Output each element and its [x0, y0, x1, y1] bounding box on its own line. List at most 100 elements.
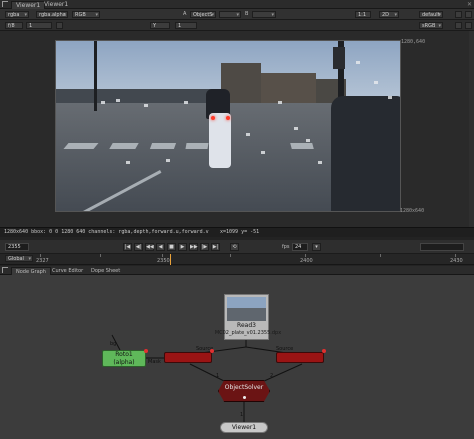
ruler-tick	[455, 254, 456, 257]
track-marker	[246, 133, 250, 136]
display-lut-dropdown[interactable]: sRGB ▾	[419, 22, 443, 29]
tab-dope-sheet[interactable]: Dope Sheet	[87, 267, 124, 275]
track-marker	[388, 96, 392, 99]
viewer-info-bar: 1280x640 bbox: 0 0 1280 640 channels: rg…	[0, 227, 474, 237]
colorspace-dropdown[interactable]: RGB ▾	[72, 11, 100, 18]
track-marker	[374, 81, 378, 84]
objectsolver-node-label: ObjectSolver	[224, 384, 264, 391]
gain-channel-dropdown[interactable]: Y	[150, 22, 170, 29]
track-marker	[356, 61, 360, 64]
crosswalk-stripe	[290, 143, 314, 149]
gamma-field[interactable]: 1	[175, 22, 197, 29]
fps-dropdown-icon[interactable]: ▾	[312, 243, 321, 251]
stop-button[interactable]: ■	[167, 243, 176, 251]
roto-node-sub: (alpha)	[113, 359, 135, 366]
node-indicator	[322, 349, 326, 353]
image-info: 1280x640 bbox: 0 0 1280 640 channels: rg…	[4, 229, 209, 235]
viewer-node-label: Viewer1	[231, 424, 257, 431]
roto-node[interactable]: Roto1 (alpha)	[102, 350, 146, 367]
lock-icon[interactable]	[465, 11, 472, 18]
pane-menu-icon[interactable]	[2, 1, 8, 7]
input-b-dropdown[interactable]: ▾	[252, 11, 276, 18]
rewind-button[interactable]: ◀◀	[145, 243, 154, 251]
proxy-icon[interactable]	[455, 22, 462, 29]
next-keyframe-button[interactable]: |▶	[200, 243, 209, 251]
timeline-ruler[interactable]: Global ▾ 2327 2350 2400 2430	[0, 254, 474, 265]
node-graph[interactable]: Read3 MC02_plate_v01.2355.dpx bg Roto1 (…	[0, 275, 474, 439]
input1-label: 1	[216, 373, 220, 379]
tab-curve-editor[interactable]: Curve Editor	[48, 267, 87, 275]
track-marker	[306, 139, 310, 142]
crosswalk-stripe	[185, 143, 209, 149]
fstop-field[interactable]: f/8	[5, 22, 23, 29]
viewer-tab-strip: Viewer1 Viewer1 ✕	[0, 0, 474, 9]
track-marker	[184, 101, 188, 104]
cursor-info: x=1099 y= -51	[220, 229, 260, 235]
ruler-tick	[40, 254, 41, 257]
fast-forward-button[interactable]: ▶▶	[189, 243, 198, 251]
prev-keyframe-button[interactable]: ◀|	[134, 243, 143, 251]
track-marker	[144, 104, 148, 107]
tracker-node-left[interactable]	[164, 352, 212, 363]
track-marker	[261, 151, 265, 154]
track-marker	[278, 101, 282, 104]
crosswalk-stripe	[109, 143, 139, 149]
solver-output-dot	[243, 396, 246, 399]
last-frame-button[interactable]: ▶|	[211, 243, 220, 251]
track-marker	[126, 161, 130, 164]
ruler-tick	[305, 254, 306, 257]
current-frame-field[interactable]: 2355	[5, 243, 29, 251]
loop-button[interactable]: ⟲	[230, 243, 239, 251]
viewer-scrollbar[interactable]	[469, 31, 474, 227]
tab-viewer1-title[interactable]: Viewer1	[40, 1, 72, 9]
ruler-label: 2327	[36, 258, 49, 264]
read-thumbnail	[227, 297, 266, 321]
motorcycle	[209, 113, 231, 168]
gear-icon[interactable]	[455, 11, 462, 18]
gain-slider-icon[interactable]	[56, 22, 63, 29]
ruler-tick	[100, 254, 101, 257]
ruler-tick	[162, 254, 163, 257]
read-node-file: MC02_plate_v01.2355.dpx	[214, 330, 282, 336]
compare-dropdown[interactable]: ▾	[219, 11, 241, 18]
format-bottom-label: 1280x640	[400, 208, 425, 214]
play-forward-button[interactable]: ▶	[178, 243, 187, 251]
lut-dropdown[interactable]: default ▾	[419, 11, 443, 18]
car	[331, 96, 400, 211]
brake-light	[226, 116, 230, 120]
read-node-label: Read3	[237, 322, 256, 329]
fps-label: fps	[282, 244, 290, 250]
output1-label: 1	[240, 412, 244, 418]
track-marker	[294, 127, 298, 130]
pane-menu-icon[interactable]	[2, 267, 8, 273]
view-mode-dropdown[interactable]: 2D ▾	[379, 11, 399, 18]
first-frame-button[interactable]: |◀	[123, 243, 132, 251]
input-a-label: A	[183, 11, 187, 17]
input-a-dropdown[interactable]: ObjectS ▾	[190, 11, 216, 18]
roto-indicator	[144, 349, 148, 353]
ruler-label: 2350	[157, 258, 170, 264]
channels-dropdown[interactable]: rgba ▾	[5, 11, 29, 18]
ruler-label: 2430	[450, 258, 463, 264]
play-backward-button[interactable]: ◀	[156, 243, 165, 251]
viewer-canvas[interactable]: 1280,640 1280x640	[0, 31, 474, 227]
close-pane-icon[interactable]: ✕	[467, 1, 472, 8]
wire-input1	[189, 363, 227, 383]
read-node[interactable]: Read3 MC02_plate_v01.2355.dpx	[215, 294, 281, 340]
increment-field[interactable]	[420, 243, 464, 251]
zoom-dropdown[interactable]: 1:1	[355, 11, 371, 18]
refresh-icon[interactable]	[465, 22, 472, 29]
viewer-controls: rgba ▾ rgba.alpha ▾ RGB ▾ A ObjectS ▾ ▾ B ▾ …	[0, 9, 474, 20]
playhead[interactable]	[170, 254, 171, 265]
fps-field[interactable]: 24	[292, 243, 308, 251]
layer-dropdown[interactable]: rgba.alpha ▾	[36, 11, 68, 18]
playback-bar: 2355 |◀ ◀| ◀◀ ◀ ■ ▶ ▶▶ |▶ ▶| ⟲ fps 24 ▾	[0, 240, 474, 254]
track-marker	[318, 161, 322, 164]
gain-field[interactable]: 1	[26, 22, 52, 29]
wire-input2	[261, 363, 303, 383]
range-mode-dropdown[interactable]: Global ▾	[5, 255, 33, 262]
viewer-node[interactable]: Viewer1	[220, 422, 268, 433]
tracker-node-right[interactable]	[276, 352, 324, 363]
crosswalk-stripe	[149, 143, 177, 149]
tab-node-graph[interactable]: Node Graph	[11, 267, 51, 275]
